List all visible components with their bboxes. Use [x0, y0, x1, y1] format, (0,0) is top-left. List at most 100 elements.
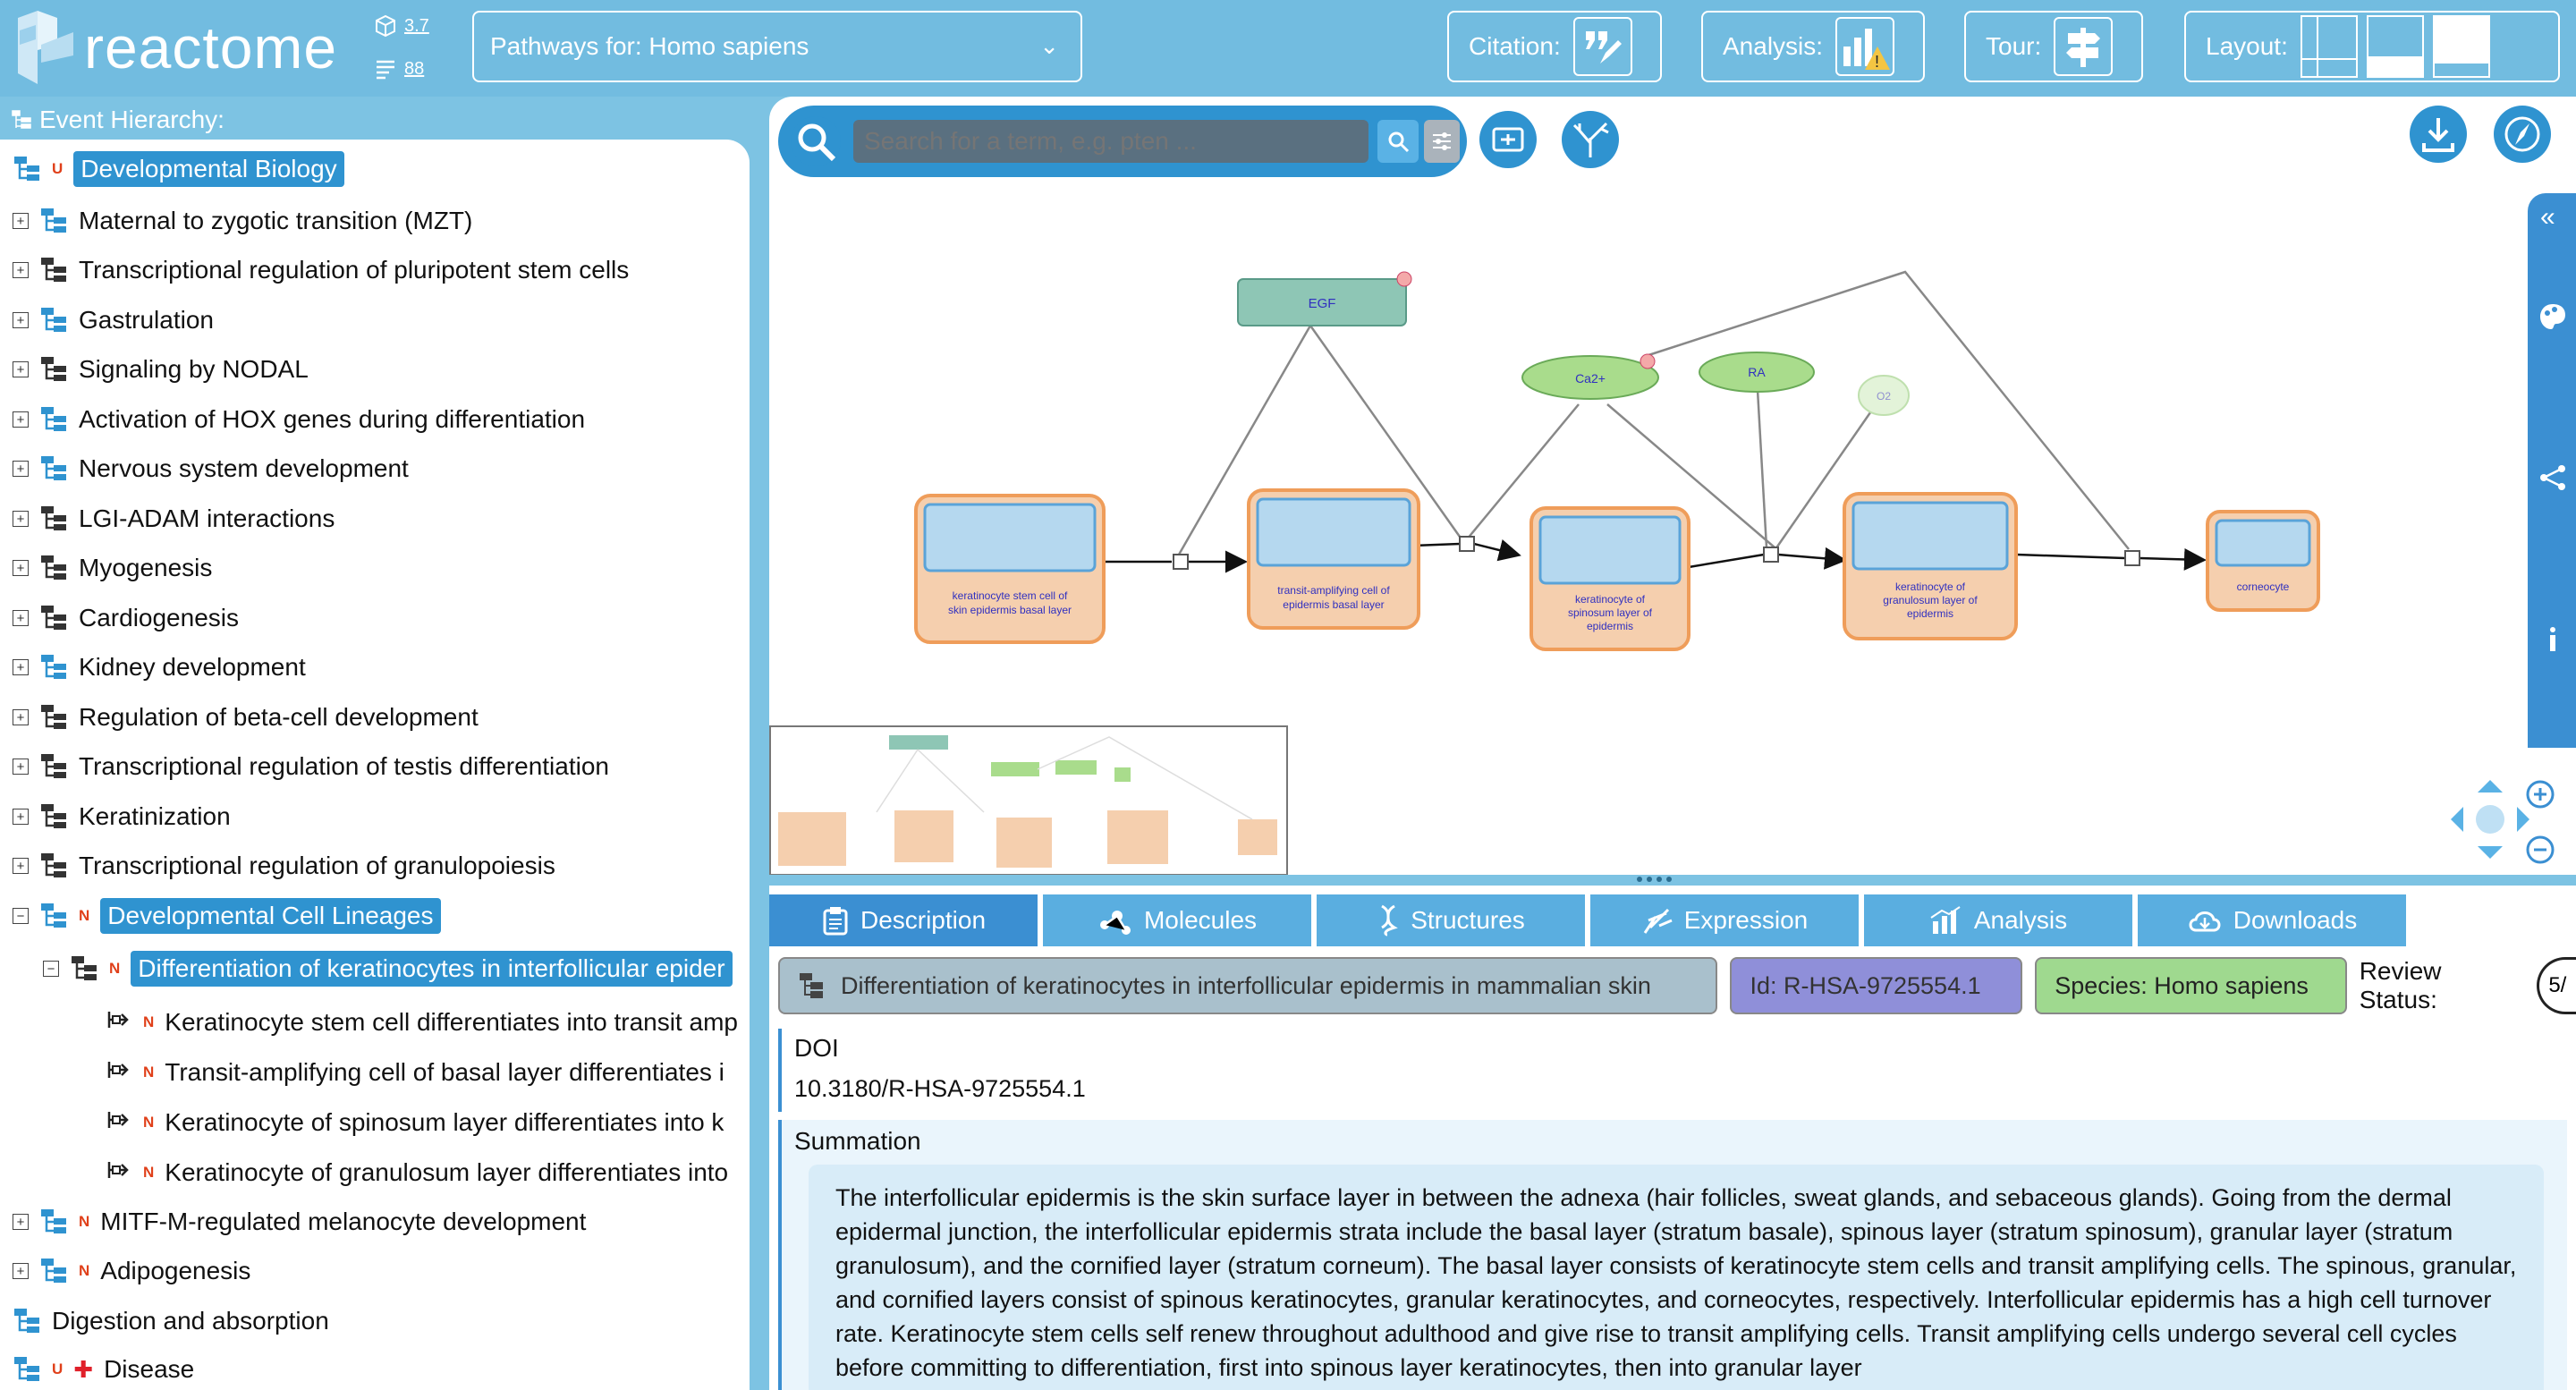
tree-item[interactable]: + Transcriptional regulation of pluripote…	[13, 248, 629, 292]
doi-value[interactable]: 10.3180/R-HSA-9725554.1	[794, 1075, 2558, 1112]
release-link[interactable]: 88	[374, 57, 424, 81]
tree-item[interactable]: + N Adipogenesis	[13, 1249, 250, 1293]
citation-button[interactable]: Citation:	[1447, 11, 1662, 82]
tree-item[interactable]: Digestion and absorption	[13, 1299, 329, 1343]
cell-node-5[interactable]: corneocyte	[2206, 510, 2320, 612]
review-status-label: Review Status:	[2359, 957, 2442, 1013]
expand-icon[interactable]: +	[13, 560, 29, 576]
tab-molecules[interactable]: Molecules	[1043, 894, 1311, 946]
expand-icon[interactable]: +	[13, 1214, 29, 1230]
diagram-thumbnail[interactable]	[769, 725, 1288, 875]
tree-item[interactable]: + Regulation of beta-cell development	[13, 695, 479, 740]
pan-left-icon[interactable]	[2451, 807, 2463, 832]
pathway-icon	[13, 1307, 43, 1335]
tab-downloads[interactable]: Downloads	[2138, 894, 2406, 946]
layout-split-icon[interactable]	[2300, 15, 2358, 78]
tab-description[interactable]: Description	[769, 894, 1038, 946]
tree-item[interactable]: + Signaling by NODAL	[13, 347, 309, 392]
collapse-icon[interactable]: −	[13, 908, 29, 924]
layout-bottom-icon[interactable]	[2366, 15, 2424, 78]
expand-icon[interactable]: +	[13, 511, 29, 527]
expand-icon[interactable]: +	[13, 312, 29, 328]
tree-item[interactable]: + Transcriptional regulation of testis di…	[13, 744, 609, 789]
release-number: 88	[404, 58, 425, 79]
cell-node-1[interactable]: keratinocyte stem cell of skin epidermis…	[914, 494, 1106, 644]
tree-item[interactable]: U ✚ Disease	[13, 1347, 194, 1390]
reactome-logo[interactable]: reactome	[11, 9, 351, 86]
pathway-icon	[70, 954, 100, 983]
reaction-icon	[107, 1058, 134, 1087]
tree-item-label: Transcriptional regulation of pluripoten…	[79, 256, 630, 284]
pathway-icon	[13, 155, 43, 183]
pathway-name-pill: Differentiation of keratinocytes in inte…	[778, 957, 1718, 1014]
cell-4-label-b: granulosum layer of	[1883, 594, 1978, 606]
analysis-button[interactable]: Analysis: !	[1701, 11, 1925, 82]
tree-item[interactable]: + Keratinization	[13, 794, 231, 839]
tree-item[interactable]: N Keratinocyte stem cell differentiates i…	[107, 1000, 738, 1045]
species-selector[interactable]: Pathways for: Homo sapiens ⌄	[472, 11, 1082, 82]
horizontal-splitter[interactable]	[1637, 877, 1682, 884]
tree-item[interactable]: N Keratinocyte of spinosum layer differen…	[107, 1100, 724, 1145]
expand-icon[interactable]: +	[13, 213, 29, 229]
cell-node-2[interactable]: transit-amplifying cell of epidermis bas…	[1247, 488, 1420, 630]
cell-node-4[interactable]: keratinocyte of granulosum layer of epid…	[1843, 492, 2018, 640]
pathway-diagram[interactable]: «	[769, 97, 2576, 875]
tree-item[interactable]: U Developmental Biology	[13, 147, 344, 191]
layout-selector[interactable]: Layout:	[2184, 11, 2560, 82]
tree-item-label: MITF-M-regulated melanocyte development	[100, 1208, 587, 1235]
expand-icon[interactable]: +	[13, 461, 29, 477]
tree-item[interactable]: N Transit-amplifying cell of basal layer …	[107, 1050, 724, 1095]
tab-analysis[interactable]: Analysis	[1864, 894, 2132, 946]
tab-expression[interactable]: Expression	[1590, 894, 1859, 946]
pathway-icon	[39, 604, 70, 632]
expand-icon[interactable]: +	[13, 809, 29, 825]
pathway-name: Differentiation of keratinocytes in inte…	[841, 971, 1651, 999]
tree-item[interactable]: + Kidney development	[13, 645, 306, 690]
tree-item[interactable]: + Gastrulation	[13, 298, 214, 343]
pathway-info-bar: Differentiation of keratinocytes in inte…	[778, 957, 2576, 1014]
cell-node-3[interactable]: keratinocyte of spinosum layer of epider…	[1530, 506, 1690, 651]
expand-icon[interactable]: +	[13, 759, 29, 775]
tree-item[interactable]: + LGI-ADAM interactions	[13, 496, 335, 541]
review-status-badge[interactable]: 5/	[2537, 957, 2576, 1014]
tree-item[interactable]: + Myogenesis	[13, 546, 212, 590]
tree-item[interactable]: + Nervous system development	[13, 446, 409, 491]
tree-item[interactable]: − N Differentiation of keratinocytes in in…	[43, 946, 733, 991]
pan-up-icon[interactable]	[2478, 780, 2503, 792]
cell-5-label: corneocyte	[2237, 581, 2290, 593]
layout-label: Layout:	[2206, 32, 2288, 60]
tree-item[interactable]: + Cardiogenesis	[13, 596, 239, 640]
tab-structures[interactable]: Structures	[1317, 894, 1585, 946]
expand-icon[interactable]: +	[13, 858, 29, 874]
pathway-icon	[39, 703, 70, 732]
tree-item[interactable]: − N Developmental Cell Lineages	[13, 894, 441, 938]
expand-icon[interactable]: +	[13, 361, 29, 377]
tour-button[interactable]: Tour:	[1964, 11, 2143, 82]
pathway-icon	[39, 355, 70, 384]
expand-icon[interactable]: +	[13, 1263, 29, 1279]
diagram-canvas: EGF Ca2+ RA O2 keratinocyte stem cell of…	[769, 270, 2320, 875]
doi-section: DOI 10.3180/R-HSA-9725554.1	[778, 1029, 2558, 1112]
tree-item-label: Differentiation of keratinocytes in inte…	[131, 951, 733, 987]
pathway-icon	[800, 973, 823, 998]
tree-item[interactable]: N Keratinocyte of granulosum layer differ…	[107, 1150, 728, 1195]
expand-icon[interactable]: +	[13, 659, 29, 675]
cell-4-label-c: epidermis	[1907, 607, 1953, 620]
pan-down-icon[interactable]	[2478, 846, 2503, 859]
reaction-icon	[107, 1008, 134, 1037]
layout-full-icon[interactable]	[2432, 15, 2490, 78]
panel-divider[interactable]	[750, 97, 1513, 1390]
version-link[interactable]: 3.7	[374, 14, 429, 38]
clipboard-icon	[823, 907, 848, 936]
collapse-icon[interactable]: −	[43, 961, 59, 977]
expand-icon[interactable]: +	[13, 709, 29, 725]
tree-item[interactable]: + Transcriptional regulation of granulopo…	[13, 843, 555, 888]
new-badge: N	[79, 1213, 90, 1230]
pan-right-icon[interactable]	[2517, 807, 2529, 832]
tree-item[interactable]: + N MITF-M-regulated melanocyte developmen…	[13, 1199, 586, 1244]
tree-item[interactable]: + Maternal to zygotic transition (MZT)	[13, 199, 472, 243]
expand-icon[interactable]: +	[13, 610, 29, 626]
expand-icon[interactable]: +	[13, 411, 29, 428]
tree-item[interactable]: + Activation of HOX genes during differen…	[13, 397, 585, 442]
expand-icon[interactable]: +	[13, 262, 29, 278]
